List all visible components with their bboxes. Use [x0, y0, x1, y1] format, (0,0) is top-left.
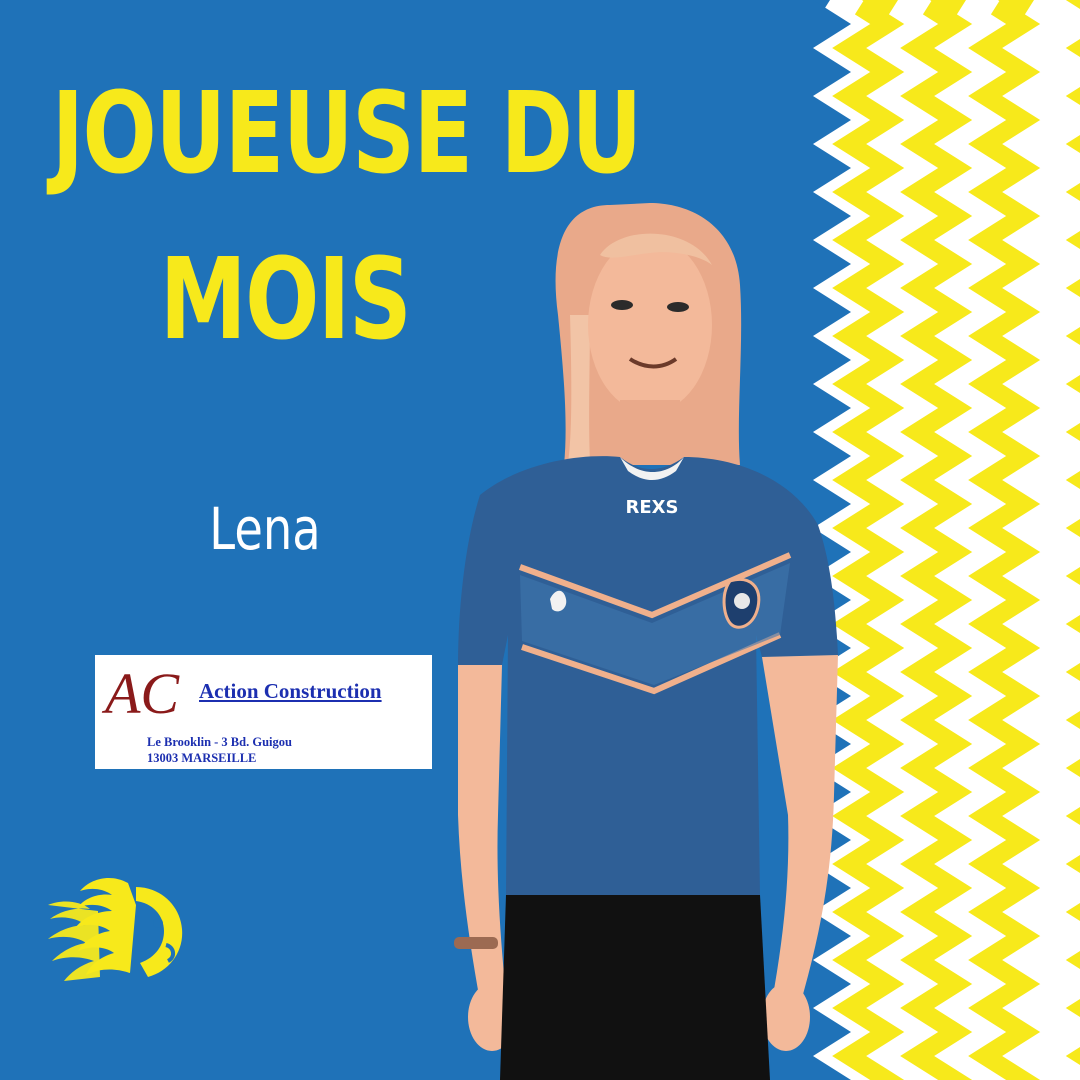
lion-head-icon — [48, 877, 183, 981]
jersey-brand: REXS — [626, 497, 679, 518]
sponsor-address-line-1: Le Brooklin - 3 Bd. Guigou — [147, 735, 292, 749]
sponsor-address-line-2: 13003 MARSEILLE — [147, 751, 257, 765]
player-photo: REXS — [454, 203, 838, 1080]
sponsor-logo: AC — [101, 661, 180, 725]
sponsor-name: Action Construction — [199, 679, 382, 703]
zigzag-stripe — [1002, 0, 1080, 1080]
poster: JOUEUSE DU MOIS Lena AC Action Construct… — [0, 0, 1080, 1080]
player-name: Lena — [209, 495, 321, 563]
sponsor-logo-letters: AC — [101, 661, 180, 725]
page-title-line-1: JOUEUSE DU — [51, 69, 643, 199]
sponsor-card: AC Action Construction Le Brooklin - 3 B… — [95, 655, 432, 769]
